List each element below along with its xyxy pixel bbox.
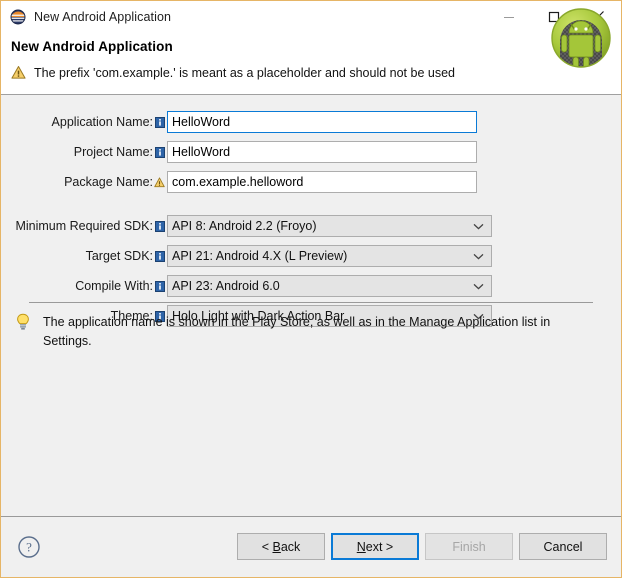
field-row-package-name: Package Name:	[1, 171, 621, 193]
info-icon[interactable]	[154, 111, 165, 133]
warning-triangle-icon	[11, 65, 26, 85]
header-warning-text: The prefix 'com.example.' is meant as a …	[34, 65, 455, 81]
finish-button: Finish	[425, 533, 513, 560]
lightbulb-icon	[15, 313, 31, 331]
android-robot-icon	[550, 7, 612, 69]
field-row-application-name: Application Name:	[1, 111, 621, 133]
target-sdk-dropdown[interactable]: API 21: Android 4.X (L Preview)	[167, 245, 492, 267]
label-project-name: Project Name:	[1, 141, 153, 163]
project-name-input[interactable]	[167, 141, 477, 163]
minimum-required-sdk-value: API 8: Android 2.2 (Froyo)	[172, 216, 317, 236]
label-target-sdk: Target SDK:	[1, 245, 153, 267]
chevron-down-icon	[473, 276, 484, 296]
target-sdk-value: API 21: Android 4.X (L Preview)	[172, 246, 347, 266]
info-icon[interactable]	[154, 215, 165, 237]
hint-separator	[29, 302, 593, 303]
hint-text: The application name is shown in the Pla…	[43, 313, 593, 351]
minimize-icon[interactable]	[486, 1, 531, 32]
minimum-required-sdk-dropdown[interactable]: API 8: Android 2.2 (Froyo)	[167, 215, 492, 237]
next-button[interactable]: Next >	[331, 533, 419, 560]
header-warning-row: The prefix 'com.example.' is meant as a …	[11, 65, 455, 85]
dialog-footer: ? < Back Next > Finish Cancel	[1, 516, 621, 577]
back-button-label: < Back	[262, 540, 301, 554]
info-icon[interactable]	[154, 141, 165, 163]
chevron-down-icon	[473, 216, 484, 236]
button-group: < Back Next > Finish Cancel	[237, 533, 607, 560]
package-name-input[interactable]	[167, 171, 477, 193]
eclipse-globe-icon	[10, 9, 26, 25]
hint-area: The application name is shown in the Pla…	[15, 313, 593, 351]
chevron-down-icon	[473, 246, 484, 266]
application-form: Application Name: Project Name:	[1, 95, 621, 327]
svg-text:?: ?	[26, 540, 32, 555]
cancel-button-label: Cancel	[544, 540, 583, 554]
info-icon[interactable]	[154, 275, 165, 297]
dialog-body: Application Name: Project Name:	[1, 95, 621, 516]
title-bar: New Android Application	[1, 1, 621, 32]
application-name-input[interactable]	[167, 111, 477, 133]
field-row-compile-with: Compile With: API 23: Android 6.0	[1, 275, 621, 297]
field-row-minimum-required-sdk: Minimum Required SDK: API 8: Android 2.2…	[1, 215, 621, 237]
label-package-name: Package Name:	[1, 171, 153, 193]
label-minimum-required-sdk: Minimum Required SDK:	[1, 215, 153, 237]
info-icon[interactable]	[154, 245, 165, 267]
page-title: New Android Application	[11, 39, 173, 54]
next-button-label: Next >	[357, 540, 393, 554]
cancel-button[interactable]: Cancel	[519, 533, 607, 560]
window-title: New Android Application	[34, 10, 171, 24]
new-android-application-dialog: New Android Application New Android Appl…	[0, 0, 622, 578]
compile-with-dropdown[interactable]: API 23: Android 6.0	[167, 275, 492, 297]
warning-icon[interactable]	[154, 171, 165, 193]
back-button[interactable]: < Back	[237, 533, 325, 560]
label-compile-with: Compile With:	[1, 275, 153, 297]
finish-button-label: Finish	[452, 540, 485, 554]
dialog-header: New Android Application The prefix 'com.…	[1, 32, 621, 95]
help-circle-icon[interactable]: ?	[17, 535, 41, 559]
field-row-target-sdk: Target SDK: API 21: Android 4.X (L Previ…	[1, 245, 621, 267]
field-row-project-name: Project Name:	[1, 141, 621, 163]
compile-with-value: API 23: Android 6.0	[172, 276, 280, 296]
label-application-name: Application Name:	[1, 111, 153, 133]
